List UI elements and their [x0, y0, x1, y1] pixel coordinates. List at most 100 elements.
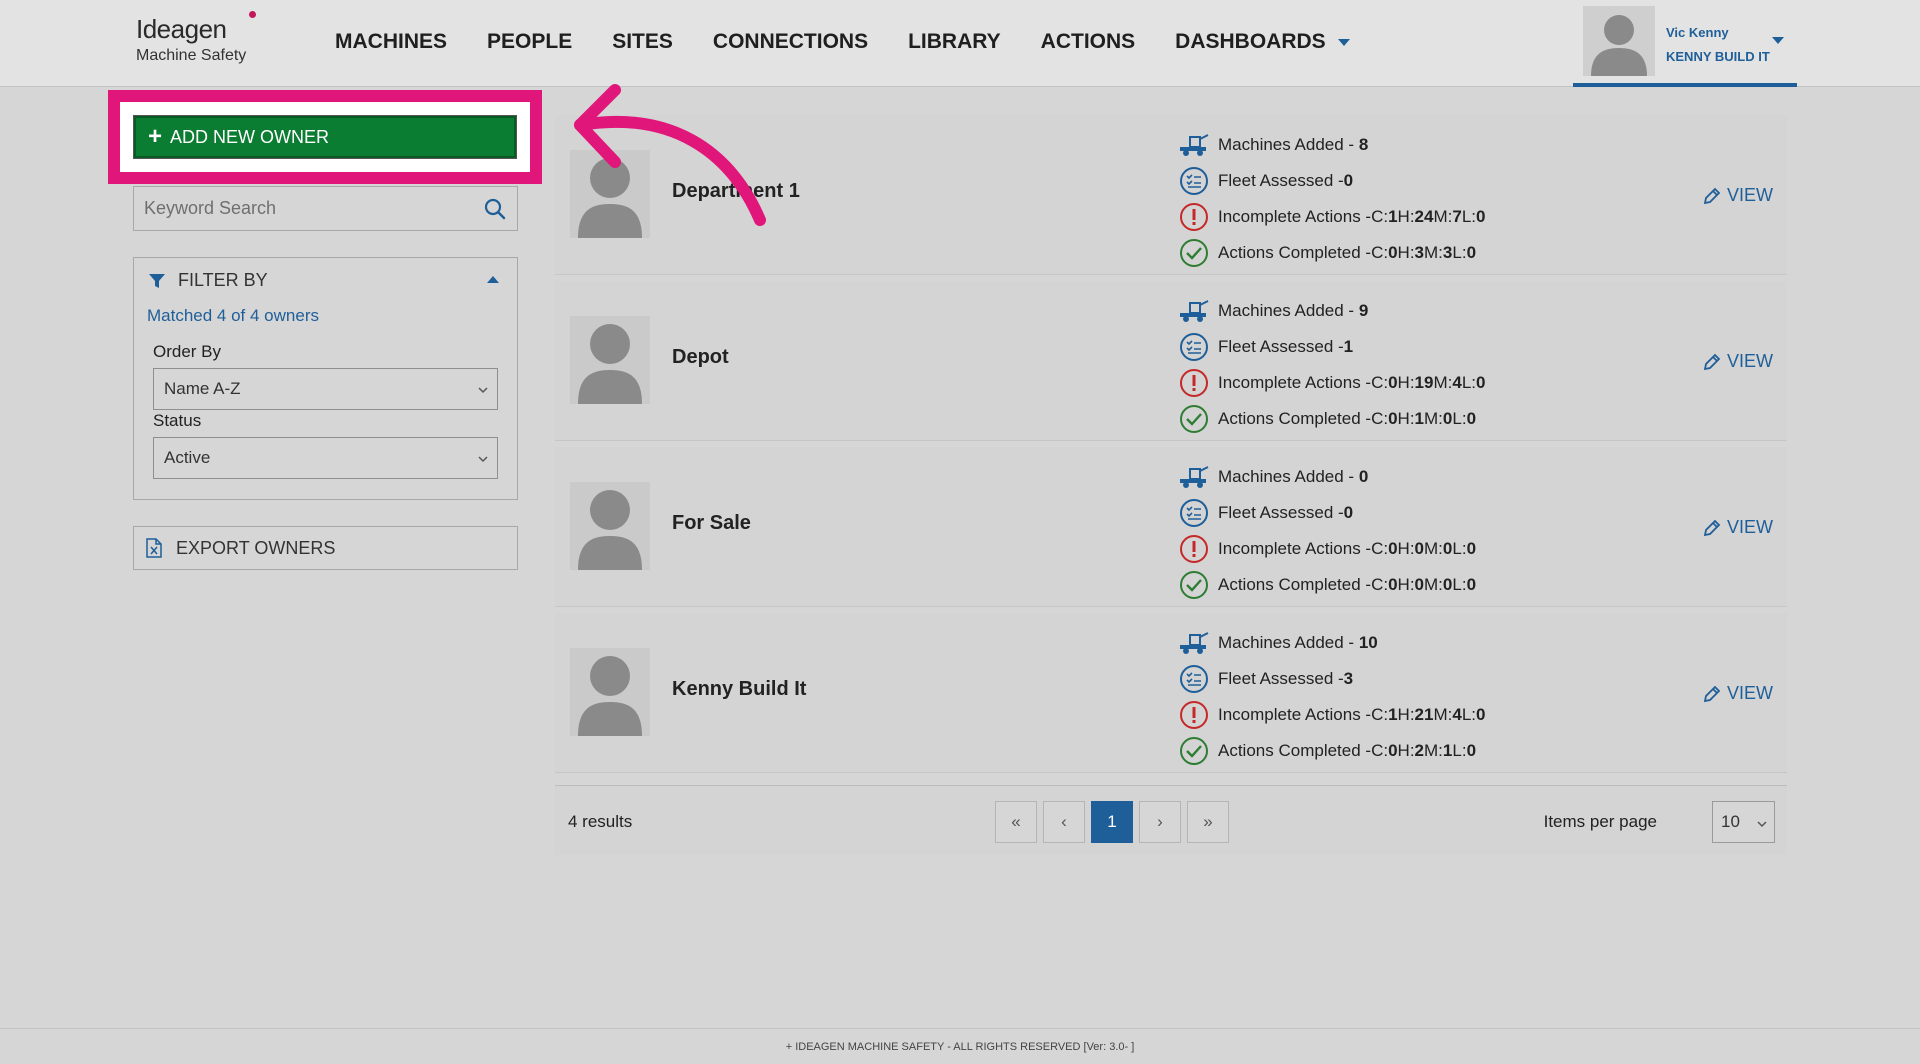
- page-1-button[interactable]: 1: [1091, 801, 1133, 843]
- chevron-down-icon: [477, 381, 489, 401]
- alert-icon: [1178, 533, 1210, 565]
- keyword-search: [133, 186, 518, 231]
- fleet-assessed: Fleet Assessed - 0: [1178, 163, 1485, 199]
- user-menu-caret-icon: [1772, 37, 1784, 44]
- machine-icon: [1178, 129, 1210, 161]
- user-menu[interactable]: Vic Kenny KENNY BUILD IT: [1573, 0, 1797, 87]
- actions-completed: Actions Completed - C: 0 H: 3 M: 3 L: 0: [1178, 235, 1485, 271]
- owner-avatar: [570, 648, 650, 736]
- export-owners-button[interactable]: EXPORT OWNERS: [133, 526, 518, 570]
- ideagen-logo[interactable]: Ideagen Machine Safety: [136, 11, 257, 65]
- nav-sites[interactable]: SITES: [612, 30, 673, 54]
- nav-people[interactable]: PEOPLE: [487, 30, 572, 54]
- owner-row: Kenny Build It Machines Added - 10 Fleet…: [555, 613, 1787, 773]
- filter-header[interactable]: FILTER BY: [148, 270, 268, 291]
- fleet-assessed: Fleet Assessed - 0: [1178, 495, 1476, 531]
- machine-icon: [1178, 627, 1210, 659]
- nav-actions[interactable]: ACTIONS: [1041, 30, 1136, 54]
- machines-added: Machines Added - 0: [1178, 459, 1476, 495]
- search-input[interactable]: [134, 187, 464, 230]
- add-new-owner-button[interactable]: + ADD NEW OWNER: [134, 116, 516, 158]
- pencil-icon: [1703, 353, 1721, 370]
- main-nav: MACHINES PEOPLE SITES CONNECTIONS LIBRAR…: [335, 30, 1390, 54]
- caret-down-icon: [1337, 38, 1350, 46]
- incomplete-actions: Incomplete Actions - C: 0 H: 0 M: 0 L: 0: [1178, 531, 1476, 567]
- first-page-button[interactable]: «: [995, 801, 1037, 843]
- checklist-icon: [1178, 663, 1210, 695]
- results-count: 4 results: [568, 812, 633, 831]
- chevron-down-icon: [1756, 815, 1768, 835]
- actions-completed: Actions Completed - C: 0 H: 1 M: 0 L: 0: [1178, 401, 1485, 437]
- nav-dashboards[interactable]: DASHBOARDS: [1175, 30, 1350, 54]
- pencil-icon: [1703, 187, 1721, 204]
- user-avatar: [1583, 6, 1655, 76]
- check-circle-icon: [1178, 735, 1210, 767]
- nav-connections[interactable]: CONNECTIONS: [713, 30, 868, 54]
- owner-name: For Sale: [672, 512, 751, 534]
- search-icon[interactable]: [483, 197, 507, 226]
- nav-machines[interactable]: MACHINES: [335, 30, 447, 54]
- owner-name: Kenny Build It: [672, 678, 807, 700]
- machines-added: Machines Added - 10: [1178, 625, 1485, 661]
- owner-stats: Machines Added - 9 Fleet Assessed - 1 In…: [1178, 293, 1485, 437]
- owner-stats: Machines Added - 10 Fleet Assessed - 3 I…: [1178, 625, 1485, 769]
- user-company: KENNY BUILD IT: [1666, 49, 1770, 64]
- machines-added: Machines Added - 8: [1178, 127, 1485, 163]
- owner-avatar: [570, 482, 650, 570]
- nav-library[interactable]: LIBRARY: [908, 30, 1001, 54]
- pencil-icon: [1703, 685, 1721, 702]
- brand-name: Ideagen: [136, 14, 227, 44]
- top-navigation-bar: Ideagen Machine Safety MACHINES PEOPLE S…: [0, 0, 1920, 87]
- brand-product: Machine Safety: [136, 47, 247, 64]
- last-page-button[interactable]: »: [1187, 801, 1229, 843]
- user-name: Vic Kenny: [1666, 25, 1729, 40]
- owner-stats: Machines Added - 0 Fleet Assessed - 0 In…: [1178, 459, 1476, 603]
- view-button[interactable]: VIEW: [1703, 683, 1773, 704]
- order-by-select[interactable]: Name A-Z: [153, 368, 498, 410]
- actions-completed: Actions Completed - C: 0 H: 0 M: 0 L: 0: [1178, 567, 1476, 603]
- checklist-icon: [1178, 165, 1210, 197]
- annotation-arrow-icon: [574, 84, 766, 226]
- items-per-page-select[interactable]: 10: [1712, 801, 1775, 843]
- checklist-icon: [1178, 497, 1210, 529]
- owner-row: Depot Machines Added - 9 Fleet Assessed …: [555, 281, 1787, 441]
- machine-icon: [1178, 461, 1210, 493]
- alert-icon: [1178, 367, 1210, 399]
- filter-icon: [149, 273, 165, 288]
- check-circle-icon: [1178, 569, 1210, 601]
- check-circle-icon: [1178, 403, 1210, 435]
- prev-page-button[interactable]: ‹: [1043, 801, 1085, 843]
- actions-completed: Actions Completed - C: 0 H: 2 M: 1 L: 0: [1178, 733, 1485, 769]
- list-footer: 4 results « ‹ 1 › » Items per page 10: [555, 785, 1787, 855]
- status-label: Status: [153, 411, 202, 430]
- checklist-icon: [1178, 331, 1210, 363]
- plus-icon: +: [148, 123, 163, 150]
- view-button[interactable]: VIEW: [1703, 351, 1773, 372]
- machine-icon: [1178, 295, 1210, 327]
- status-select[interactable]: Active: [153, 437, 498, 479]
- view-button[interactable]: VIEW: [1703, 517, 1773, 538]
- alert-icon: [1178, 699, 1210, 731]
- logo-dot: [249, 11, 257, 18]
- owner-row: For Sale Machines Added - 0 Fleet Assess…: [555, 447, 1787, 607]
- view-button[interactable]: VIEW: [1703, 185, 1773, 206]
- order-by-label: Order By: [153, 342, 222, 361]
- items-per-page-label: Items per page: [1543, 812, 1657, 831]
- fleet-assessed: Fleet Assessed - 1: [1178, 329, 1485, 365]
- incomplete-actions: Incomplete Actions - C: 0 H: 19 M: 4 L: 0: [1178, 365, 1485, 401]
- matched-count: Matched 4 of 4 owners: [147, 306, 319, 325]
- incomplete-actions: Incomplete Actions - C: 1 H: 24 M: 7 L: 0: [1178, 199, 1485, 235]
- owner-name: Depot: [672, 346, 729, 368]
- check-circle-icon: [1178, 237, 1210, 269]
- page-footer: + IDEAGEN MACHINE SAFETY - ALL RIGHTS RE…: [0, 1028, 1920, 1064]
- alert-icon: [1178, 201, 1210, 233]
- filter-panel: FILTER BY Matched 4 of 4 owners Order By…: [133, 257, 518, 500]
- collapse-caret-icon[interactable]: [487, 276, 499, 283]
- next-page-button[interactable]: ›: [1139, 801, 1181, 843]
- chevron-down-icon: [477, 450, 489, 470]
- incomplete-actions: Incomplete Actions - C: 1 H: 21 M: 4 L: 0: [1178, 697, 1485, 733]
- excel-file-icon: [146, 538, 162, 558]
- owner-avatar: [570, 316, 650, 404]
- pencil-icon: [1703, 519, 1721, 536]
- pagination: « ‹ 1 › »: [995, 801, 1235, 843]
